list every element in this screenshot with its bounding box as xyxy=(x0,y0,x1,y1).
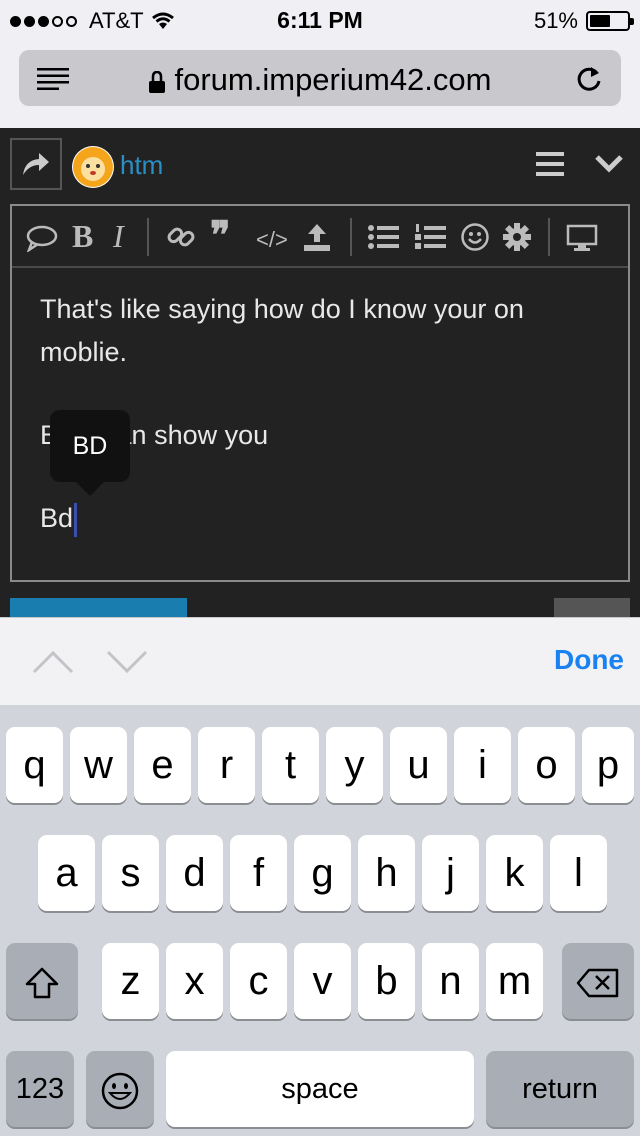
preview-icon[interactable] xyxy=(566,224,598,252)
paragraph: Bd xyxy=(40,497,610,540)
key-w[interactable]: w xyxy=(70,727,127,803)
blockquote-icon[interactable]: ❞ xyxy=(210,217,230,255)
gear-icon[interactable] xyxy=(502,222,532,252)
battery-icon xyxy=(586,11,634,31)
key-z[interactable]: z xyxy=(102,943,159,1019)
chevron-up-icon[interactable] xyxy=(32,650,74,674)
reload-icon[interactable] xyxy=(575,63,603,93)
numbered-list-icon[interactable] xyxy=(414,222,446,252)
key-f[interactable]: f xyxy=(230,835,287,911)
bullet-list-icon[interactable] xyxy=(368,224,400,250)
key-i[interactable]: i xyxy=(454,727,511,803)
code-icon[interactable]: </> xyxy=(256,224,288,256)
paragraph: That's like saying how do I know your on… xyxy=(40,294,524,367)
done-button[interactable]: Done xyxy=(554,644,624,676)
key-t[interactable]: t xyxy=(262,727,319,803)
key-o[interactable]: o xyxy=(518,727,575,803)
key-a[interactable]: a xyxy=(38,835,95,911)
keyboard-accessory-bar: Done xyxy=(0,617,640,705)
delete-key[interactable] xyxy=(562,943,634,1019)
hamburger-menu-icon[interactable] xyxy=(536,152,564,176)
url-text: forum.imperium42.com xyxy=(174,62,492,97)
text-cursor xyxy=(74,502,78,537)
chevron-down-icon[interactable] xyxy=(594,154,624,174)
status-bar: AT&T 6:11 PM 51% xyxy=(0,0,640,40)
key-r[interactable]: r xyxy=(198,727,255,803)
key-p[interactable]: p xyxy=(582,727,634,803)
key-s[interactable]: s xyxy=(102,835,159,911)
backspace-icon xyxy=(576,969,619,998)
key-l[interactable]: l xyxy=(550,835,607,911)
forum-header: htm xyxy=(0,128,640,200)
shift-icon xyxy=(25,968,59,999)
numbers-key[interactable]: 123 xyxy=(6,1051,74,1127)
key-d[interactable]: d xyxy=(166,835,223,911)
current-text: Bd xyxy=(40,503,74,533)
share-button[interactable] xyxy=(10,138,62,190)
emoji-icon xyxy=(101,1073,139,1110)
key-g[interactable]: g xyxy=(294,835,351,911)
shift-key[interactable] xyxy=(6,943,78,1019)
key-j[interactable]: j xyxy=(422,835,479,911)
key-c[interactable]: c xyxy=(230,943,287,1019)
toolbar-divider xyxy=(147,218,149,256)
key-m[interactable]: m xyxy=(486,943,543,1019)
link-icon[interactable] xyxy=(166,222,196,252)
avatar[interactable] xyxy=(72,146,114,188)
return-key[interactable]: return xyxy=(486,1051,634,1127)
lion-avatar-icon xyxy=(73,147,113,187)
italic-icon[interactable]: I xyxy=(113,220,124,252)
username-link[interactable]: htm xyxy=(120,150,163,181)
space-key[interactable]: space xyxy=(166,1051,474,1127)
chevron-down-icon[interactable] xyxy=(106,650,148,674)
key-b[interactable]: b xyxy=(358,943,415,1019)
collapse-button[interactable] xyxy=(554,598,630,618)
keyboard: q w e r t y u i o p a s d f g h j k l z … xyxy=(0,705,640,1136)
autocorrect-tooltip[interactable]: BD xyxy=(50,410,130,496)
post-editor[interactable]: B I ❞ </> That's like saying how do I kn… xyxy=(10,204,630,582)
toolbar-divider xyxy=(350,218,352,256)
url-field[interactable]: forum.imperium42.com xyxy=(19,62,621,98)
key-k[interactable]: k xyxy=(486,835,543,911)
key-u[interactable]: u xyxy=(390,727,447,803)
key-x[interactable]: x xyxy=(166,943,223,1019)
key-y[interactable]: y xyxy=(326,727,383,803)
key-v[interactable]: v xyxy=(294,943,351,1019)
lock-icon xyxy=(148,70,165,93)
battery-percent: 51% xyxy=(533,8,578,33)
key-e[interactable]: e xyxy=(134,727,191,803)
key-h[interactable]: h xyxy=(358,835,415,911)
reply-button[interactable] xyxy=(10,598,187,618)
editor-toolbar: B I ❞ </> xyxy=(12,206,628,268)
upload-icon[interactable] xyxy=(302,222,332,252)
address-bar[interactable]: forum.imperium42.com xyxy=(19,50,621,106)
toolbar-divider xyxy=(548,218,550,256)
emoji-icon[interactable] xyxy=(460,222,490,252)
key-n[interactable]: n xyxy=(422,943,479,1019)
share-arrow-icon xyxy=(23,153,49,175)
quote-bubble-icon[interactable] xyxy=(26,224,58,252)
bold-icon[interactable]: B xyxy=(72,220,93,252)
emoji-key[interactable] xyxy=(86,1051,154,1127)
browser-toolbar: forum.imperium42.com xyxy=(0,40,640,128)
key-q[interactable]: q xyxy=(6,727,63,803)
